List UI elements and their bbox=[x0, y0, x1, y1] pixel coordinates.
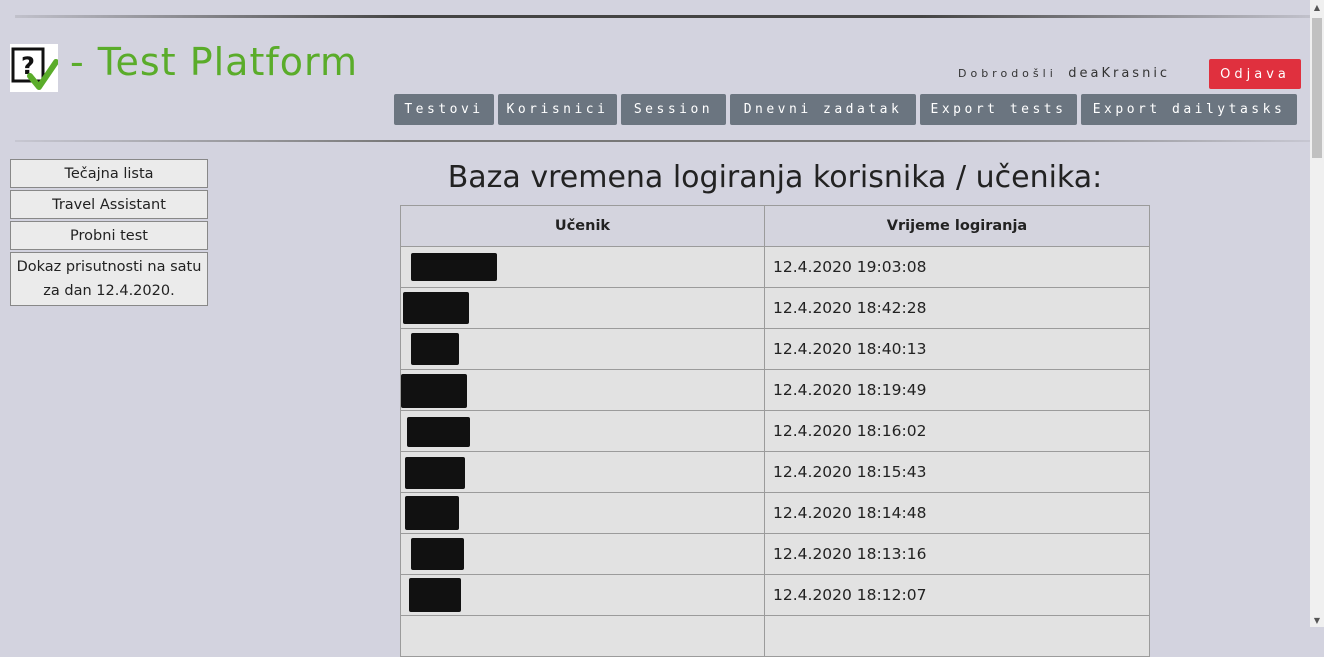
vertical-scrollbar[interactable]: ▲ ▼ bbox=[1310, 0, 1324, 627]
main-nav: Testovi Korisnici Session Dnevni zadatak… bbox=[394, 94, 1297, 125]
redacted-name bbox=[407, 417, 470, 447]
table-row: 12.4.2020 18:12:07 bbox=[400, 574, 1150, 616]
student-name-cell bbox=[400, 533, 765, 575]
top-divider bbox=[15, 15, 1310, 18]
nav-export-tests-button[interactable]: Export tests bbox=[920, 94, 1077, 125]
table-row: 12.4.2020 19:03:08 bbox=[400, 246, 1150, 288]
column-header-login-time: Vrijeme logiranja bbox=[764, 205, 1150, 247]
sidebar-item-probni-test[interactable]: Probni test bbox=[10, 221, 208, 250]
table-row: 12.4.2020 18:15:43 bbox=[400, 451, 1150, 493]
column-header-student: Učenik bbox=[400, 205, 765, 247]
login-time-cell: 12.4.2020 18:19:49 bbox=[764, 369, 1150, 411]
nav-korisnici-button[interactable]: Korisnici bbox=[498, 94, 617, 125]
login-time-cell: 12.4.2020 18:16:02 bbox=[764, 410, 1150, 452]
welcome-label: Dobrodošli bbox=[958, 67, 1057, 80]
welcome-message: Dobrodošli deaKrasnic bbox=[958, 66, 1170, 84]
login-time-cell: 12.4.2020 18:14:48 bbox=[764, 492, 1150, 534]
redacted-name bbox=[411, 333, 459, 365]
student-name-cell bbox=[400, 574, 765, 616]
redacted-name bbox=[403, 292, 469, 324]
table-header-row: Učenik Vrijeme logiranja bbox=[400, 205, 1150, 247]
student-name-cell bbox=[400, 615, 765, 657]
redacted-name bbox=[411, 538, 464, 570]
scroll-down-arrow-icon[interactable]: ▼ bbox=[1310, 613, 1324, 627]
redacted-name bbox=[401, 374, 467, 408]
login-time-cell: 12.4.2020 18:13:16 bbox=[764, 533, 1150, 575]
table-row: 12.4.2020 18:19:49 bbox=[400, 369, 1150, 411]
table-row bbox=[400, 615, 1150, 657]
student-name-cell bbox=[400, 369, 765, 411]
table-row: 12.4.2020 18:40:13 bbox=[400, 328, 1150, 370]
brand-title: - Test Platform bbox=[70, 40, 358, 84]
login-time-cell: 12.4.2020 18:15:43 bbox=[764, 451, 1150, 493]
nav-dnevni-zadatak-button[interactable]: Dnevni zadatak bbox=[730, 94, 916, 125]
table-row: 12.4.2020 18:16:02 bbox=[400, 410, 1150, 452]
student-name-cell bbox=[400, 492, 765, 534]
student-name-cell bbox=[400, 287, 765, 329]
nav-session-button[interactable]: Session bbox=[621, 94, 726, 125]
login-time-cell: 12.4.2020 18:40:13 bbox=[764, 328, 1150, 370]
redacted-name bbox=[405, 496, 459, 530]
scrollbar-thumb[interactable] bbox=[1312, 18, 1322, 158]
student-name-cell bbox=[400, 410, 765, 452]
redacted-name bbox=[411, 253, 497, 281]
student-name-cell bbox=[400, 328, 765, 370]
student-name-cell bbox=[400, 246, 765, 288]
username: deaKrasnic bbox=[1068, 66, 1171, 81]
table-row: 12.4.2020 18:14:48 bbox=[400, 492, 1150, 534]
login-time-cell: 12.4.2020 18:12:07 bbox=[764, 574, 1150, 616]
login-time-cell: 12.4.2020 18:42:28 bbox=[764, 287, 1150, 329]
sidebar-item-travel-assistant[interactable]: Travel Assistant bbox=[10, 190, 208, 219]
nav-testovi-button[interactable]: Testovi bbox=[394, 94, 494, 125]
header-divider bbox=[15, 140, 1310, 142]
redacted-name bbox=[405, 457, 465, 489]
login-time-cell bbox=[764, 615, 1150, 657]
login-times-table: Učenik Vrijeme logiranja 12.4.2020 19:03… bbox=[400, 205, 1150, 657]
table-row: 12.4.2020 18:42:28 bbox=[400, 287, 1150, 329]
sidebar-item-dokaz-prisutnosti[interactable]: Dokaz prisutnosti na satu za dan 12.4.20… bbox=[10, 252, 208, 306]
scroll-up-arrow-icon[interactable]: ▲ bbox=[1310, 0, 1324, 14]
question-checkmark-icon: ? bbox=[11, 47, 58, 90]
logout-button[interactable]: Odjava bbox=[1209, 59, 1301, 89]
student-name-cell bbox=[400, 451, 765, 493]
sidebar: Tečajna lista Travel Assistant Probni te… bbox=[10, 159, 208, 308]
redacted-name bbox=[409, 578, 461, 612]
table-row: 12.4.2020 18:13:16 bbox=[400, 533, 1150, 575]
sidebar-item-tecajna-lista[interactable]: Tečajna lista bbox=[10, 159, 208, 188]
nav-export-dailytasks-button[interactable]: Export dailytasks bbox=[1081, 94, 1297, 125]
page-title: Baza vremena logiranja korisnika / učeni… bbox=[447, 160, 1103, 195]
logo[interactable]: ? bbox=[10, 44, 58, 92]
login-time-cell: 12.4.2020 19:03:08 bbox=[764, 246, 1150, 288]
